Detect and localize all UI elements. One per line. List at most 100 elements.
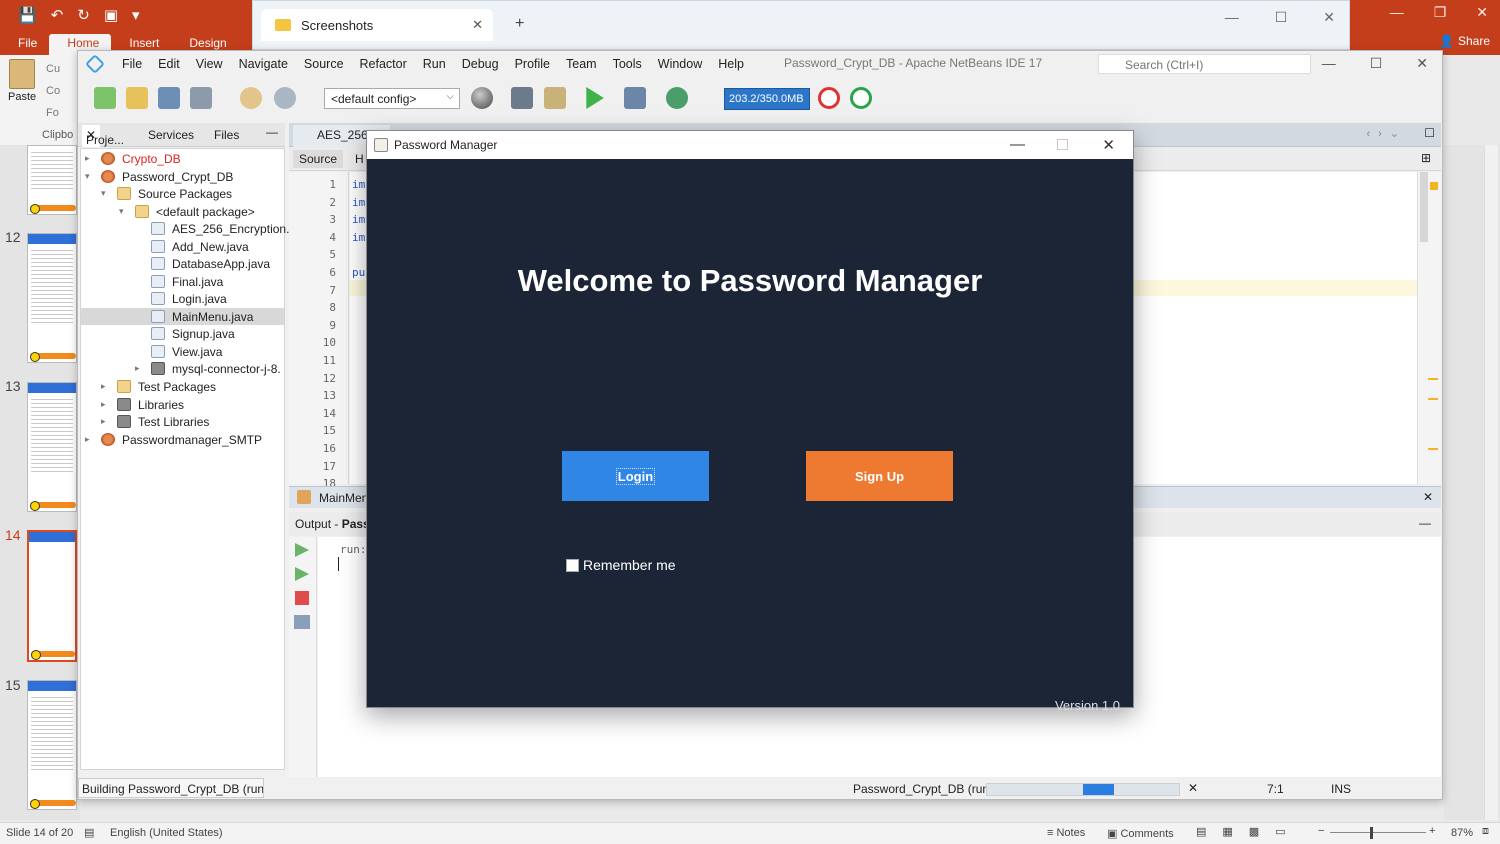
profile-icon[interactable] xyxy=(666,87,688,109)
new-tab-icon[interactable]: + xyxy=(515,15,524,33)
menu-team[interactable]: Team xyxy=(558,57,605,71)
undo-icon[interactable]: ↶ xyxy=(51,6,64,24)
editor-scroll-thumb[interactable] xyxy=(1420,172,1428,242)
search-input[interactable] xyxy=(1098,54,1311,74)
ribbon-tab-file[interactable]: File xyxy=(0,34,49,55)
clean-build-icon[interactable] xyxy=(544,87,566,109)
tree-node-file[interactable]: Add_New.java xyxy=(135,238,249,255)
close-icon[interactable]: ✕ xyxy=(1323,9,1335,26)
editor-error-stripe[interactable] xyxy=(1417,172,1441,484)
tab-files[interactable]: Files xyxy=(214,128,239,142)
paste-button[interactable]: Paste xyxy=(8,59,36,103)
close-icon[interactable]: ✕ xyxy=(1476,4,1488,21)
tree-node-file[interactable]: View.java xyxy=(135,343,222,360)
tab-services[interactable]: Services xyxy=(148,128,194,142)
new-file-icon[interactable] xyxy=(94,87,116,109)
tree-node-jar[interactable]: ▸ mysql-connector-j-8. xyxy=(135,360,281,377)
tree-node-crypto[interactable]: ▸ Crypto_DB xyxy=(85,150,181,167)
present-icon[interactable]: ▣ xyxy=(104,6,118,24)
restore-icon[interactable]: ❐ xyxy=(1434,4,1447,21)
stripe-mark[interactable] xyxy=(1428,378,1438,380)
share-button[interactable]: 👤 Share xyxy=(1439,34,1490,48)
view-buttons[interactable]: ▤▦▩▭ xyxy=(1196,825,1302,838)
tree-node-test-libraries[interactable]: ▸ Test Libraries xyxy=(101,413,209,430)
close-icon[interactable]: ✕ xyxy=(1416,55,1428,72)
minimize-icon[interactable]: — xyxy=(1225,9,1239,26)
tree-node-file[interactable]: Signup.java xyxy=(135,325,235,342)
slide-thumbnail[interactable] xyxy=(27,233,77,363)
zoom-in-icon[interactable]: + xyxy=(1429,825,1435,837)
config-select[interactable]: <default config> ⌵ xyxy=(324,88,460,109)
close-tab-icon[interactable]: ✕ xyxy=(472,17,483,33)
run-icon[interactable] xyxy=(586,87,604,109)
slide-scrollbar[interactable] xyxy=(1484,145,1498,820)
minimize-icon[interactable]: — xyxy=(1390,4,1404,21)
login-button[interactable]: Login xyxy=(562,451,709,501)
zoom-out-icon[interactable]: − xyxy=(1318,825,1324,837)
tree-node-file-selected[interactable]: MainMenu.java xyxy=(81,308,284,325)
menu-help[interactable]: Help xyxy=(710,57,752,71)
spellcheck-icon[interactable]: ▤ xyxy=(84,826,94,839)
menu-file[interactable]: File xyxy=(114,57,150,71)
checkbox-box[interactable] xyxy=(566,558,579,572)
slide-thumbnail[interactable] xyxy=(27,145,77,215)
tree-node-file[interactable]: DatabaseApp.java xyxy=(135,255,270,272)
tree-node-libraries[interactable]: ▸ Libraries xyxy=(101,396,184,413)
minimize-icon[interactable]: — xyxy=(1322,55,1336,72)
stripe-mark[interactable] xyxy=(1428,448,1438,450)
menu-debug[interactable]: Debug xyxy=(454,57,507,71)
gc-icon[interactable] xyxy=(818,87,840,109)
tab-history[interactable]: H xyxy=(355,152,364,166)
maximize-icon[interactable]: ☐ xyxy=(1370,55,1383,72)
close-icon[interactable]: ✕ xyxy=(1423,490,1433,504)
rerun-different-icon[interactable] xyxy=(295,567,309,581)
stripe-mark[interactable] xyxy=(1428,398,1438,400)
tree-node-file[interactable]: AES_256_Encryption.j xyxy=(135,220,292,237)
build-icon[interactable] xyxy=(511,87,533,109)
format-painter-button[interactable]: Fo xyxy=(46,107,59,119)
menu-source[interactable]: Source xyxy=(296,57,352,71)
slide-thumbnail[interactable] xyxy=(27,382,77,512)
minimize-panel-icon[interactable]: — xyxy=(1419,516,1431,530)
new-project-icon[interactable] xyxy=(126,87,148,109)
open-project-icon[interactable] xyxy=(158,87,180,109)
signup-button[interactable]: Sign Up xyxy=(806,451,953,501)
save-icon[interactable]: 💾 xyxy=(18,6,37,24)
zoom-slider[interactable] xyxy=(1330,832,1426,833)
debug-icon[interactable] xyxy=(624,87,646,109)
explorer-tab[interactable]: Screenshots ✕ xyxy=(261,9,493,41)
menu-refactor[interactable]: Refactor xyxy=(352,57,415,71)
minimize-panel-icon[interactable]: — xyxy=(266,125,278,139)
tab-projects[interactable]: Proje... ✕ xyxy=(82,125,124,147)
tree-node-project[interactable]: ▾ Password_Crypt_DB xyxy=(85,168,233,185)
tree-node-file[interactable]: Final.java xyxy=(135,273,223,290)
tree-node-file[interactable]: Login.java xyxy=(135,290,227,307)
tree-node-smtp[interactable]: ▸ Passwordmanager_SMTP xyxy=(85,431,262,448)
maximize-editor-icon[interactable]: ☐ xyxy=(1424,126,1435,140)
menu-window[interactable]: Window xyxy=(650,57,710,71)
cut-button[interactable]: Cu xyxy=(46,63,60,75)
rerun-icon[interactable] xyxy=(295,543,309,557)
zoom-thumb[interactable] xyxy=(1370,827,1373,839)
copy-button[interactable]: Co xyxy=(46,85,60,97)
menu-profile[interactable]: Profile xyxy=(507,57,558,71)
menu-edit[interactable]: Edit xyxy=(150,57,188,71)
tree-node-default-package[interactable]: ▾ <default package> xyxy=(119,203,255,220)
language-label[interactable]: English (United States) xyxy=(110,827,223,839)
maximize-icon[interactable]: ☐ xyxy=(1275,9,1288,26)
tab-source[interactable]: Source xyxy=(293,150,344,168)
redo-icon[interactable] xyxy=(274,87,296,109)
menu-run[interactable]: Run xyxy=(415,57,454,71)
output-tab[interactable]: Output - Pass xyxy=(295,517,370,531)
customize-icon[interactable]: ▾ xyxy=(132,6,140,24)
undo-icon[interactable] xyxy=(240,87,262,109)
memory-indicator[interactable]: 203.2/350.0MB xyxy=(724,88,810,110)
profile-snapshot-icon[interactable] xyxy=(850,87,872,109)
notes-button[interactable]: ≡ Notes xyxy=(1047,827,1085,839)
tab-nav-icons[interactable]: ‹›⌄ xyxy=(1366,127,1407,140)
remember-me-checkbox[interactable]: Remember me xyxy=(566,557,676,573)
fit-slide-icon[interactable]: ⧈ xyxy=(1482,825,1489,838)
zoom-level[interactable]: 87% xyxy=(1451,827,1473,839)
minimize-icon[interactable]: — xyxy=(1010,136,1025,153)
menu-navigate[interactable]: Navigate xyxy=(231,57,296,71)
